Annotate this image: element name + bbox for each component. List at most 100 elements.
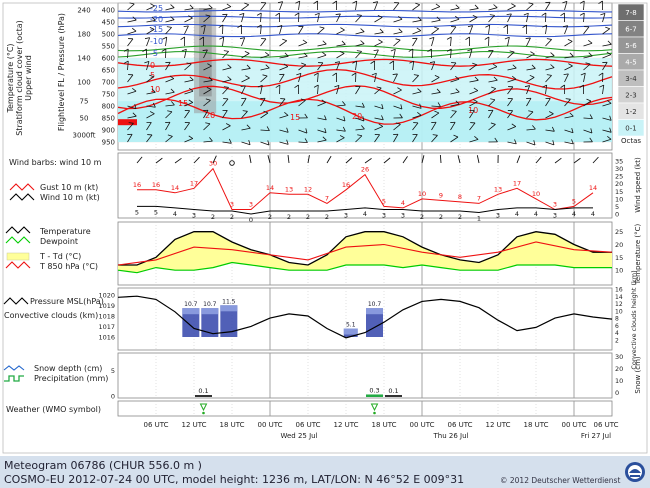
precipitation-label: 0.1 xyxy=(388,387,398,395)
snow-tick: 30 xyxy=(615,353,623,361)
snow-tick: 10 xyxy=(615,377,623,385)
meteogram-svg: 4004505005506006507007508008509009502401… xyxy=(2,0,648,454)
convective-cloud-label: 10.7 xyxy=(368,301,382,308)
hpa-tick-label: 600 xyxy=(102,55,115,63)
rain-shower-dot xyxy=(373,411,376,415)
octa-scale-label: 0-1 xyxy=(625,125,636,133)
octa-scale-label: 4-5 xyxy=(625,59,636,67)
octa-scale-label: 2-3 xyxy=(625,92,636,100)
wind-data-label: 2 xyxy=(420,213,424,221)
gust-data-label: 5 xyxy=(382,197,386,205)
day-label: Thu 26 Jul xyxy=(433,432,469,440)
precipitation-label: 0.3 xyxy=(369,386,379,394)
wind-data-label: 4 xyxy=(515,210,519,218)
copyright: © 2012 Deutscher Wetterdienst xyxy=(500,476,621,485)
precipitation-tick: 0 xyxy=(111,393,115,401)
wind-speed-tick: 0 xyxy=(615,211,619,219)
gust-data-label: 14 xyxy=(171,184,179,192)
meteogram: { "footer": { "title": "Meteogram 06786 … xyxy=(0,0,650,488)
wind-data-label: 4 xyxy=(363,210,367,218)
convective-height-tick: 6 xyxy=(615,323,619,330)
wind-data-label: 5 xyxy=(135,208,139,216)
hpa-tick-label: 500 xyxy=(102,31,115,39)
convective-cloud-bar-top xyxy=(182,308,200,315)
temperature-legend-label: Temperature xyxy=(39,227,91,236)
fl-tick-label: 100 xyxy=(77,79,90,87)
convective-cloud-label: 10.7 xyxy=(203,301,217,308)
gust-data-label: 3 xyxy=(553,200,557,208)
gust-data-label: 10 xyxy=(532,190,540,198)
hpa-tick-label: 950 xyxy=(102,139,115,147)
gust-data-label: 3 xyxy=(249,200,253,208)
left-label-cloud-cover: Stratiform cloud cover (octa) xyxy=(15,20,24,136)
temperature-legend-swatch xyxy=(5,226,31,234)
hour-tick-label: 06 UTC xyxy=(295,421,320,429)
convective-height-tick: 12 xyxy=(615,301,623,308)
convective-axis-title: Convective clouds height (km) xyxy=(630,270,638,369)
wind-legend-label: Wind 10 m (kt) xyxy=(40,193,100,202)
stratiform-cloud-band-low xyxy=(118,101,612,142)
wind-data-label: 4 xyxy=(534,210,538,218)
t850-legend-label: T 850 hPa (°C) xyxy=(39,262,98,271)
convective-cloud-bar-top xyxy=(201,308,219,315)
fl-tick-label: 240 xyxy=(77,7,90,15)
wind-data-label: 0 xyxy=(249,216,253,224)
gust-legend-label: Gust 10 m (kt) xyxy=(40,183,98,192)
isotherm-label: 15 xyxy=(178,99,188,108)
convective-height-tick: 16 xyxy=(615,287,623,294)
wind-data-label: 2 xyxy=(458,213,462,221)
wind-legend-swatch xyxy=(9,193,35,201)
hpa-tick-label: 700 xyxy=(102,79,115,87)
wind-data-label: 4 xyxy=(173,210,177,218)
hour-tick-label: 00 UTC xyxy=(561,421,586,429)
snow-tick: 20 xyxy=(615,365,623,373)
hour-tick-label: 06 UTC xyxy=(593,421,618,429)
wind-data-label: 5 xyxy=(154,208,158,216)
panel-frame-wx xyxy=(117,400,613,417)
isotherm-label: -10 xyxy=(150,37,163,46)
convective-cloud-bar-top xyxy=(343,328,358,335)
temperature-tick: 15 xyxy=(615,254,623,262)
low-level-warm-marker xyxy=(118,119,137,126)
gust-data-label: 13 xyxy=(494,185,502,193)
gust-data-label: 10 xyxy=(418,190,426,198)
temperature-tick: 10 xyxy=(615,267,623,275)
wind-data-label: 2 xyxy=(439,213,443,221)
hour-tick-label: 12 UTC xyxy=(485,421,510,429)
gust-data-label: 14 xyxy=(266,184,274,192)
left-label-fl-pressure: Flightlevel FL / Pressure (hPa) xyxy=(57,13,66,131)
left-label-upper-wind: Upper wind xyxy=(24,55,33,101)
gust-data-label: 17 xyxy=(190,179,198,187)
octa-scale-label: 5-6 xyxy=(625,42,637,50)
hpa-tick-label: 800 xyxy=(102,103,115,111)
wind-data-label: 2 xyxy=(325,213,329,221)
hpa-tick-label: 650 xyxy=(102,67,115,75)
fl-tick-label: 180 xyxy=(77,31,90,39)
isotherm-label: 15 xyxy=(290,113,300,122)
snow-legend-label: Snow depth (cm) xyxy=(34,364,102,373)
isotherm-label: -25 xyxy=(150,4,163,13)
convective-height-tick: 4 xyxy=(615,330,619,337)
pressure-tick: 1016 xyxy=(98,333,115,341)
hpa-tick-label: 850 xyxy=(102,115,115,123)
convective-cloud-label: 11.5 xyxy=(222,298,236,305)
convective-height-tick: 8 xyxy=(615,316,619,323)
gust-data-label: 5 xyxy=(572,197,576,205)
hour-tick-label: 18 UTC xyxy=(219,421,244,429)
pressure-tick: 1018 xyxy=(98,313,115,321)
gust-data-label: 17 xyxy=(513,179,521,187)
wind-data-label: 3 xyxy=(344,211,348,219)
isotherm-label: 0 xyxy=(150,61,155,70)
wind-barbs-legend: Wind barbs: wind 10 m xyxy=(9,158,102,167)
convective-cloud-label: 5.1 xyxy=(346,322,356,329)
gust-data-label: 13 xyxy=(285,185,293,193)
panel-frame-prec xyxy=(117,352,613,399)
temperature-tick: 20 xyxy=(615,241,623,249)
isotherm-label: -20 xyxy=(150,15,163,24)
day-label: Wed 25 Jul xyxy=(280,432,317,440)
hpa-tick-label: 550 xyxy=(102,43,115,51)
convective-height-tick: 14 xyxy=(615,294,623,301)
octa-scale-label: 3-4 xyxy=(625,75,637,83)
gust-data-label: 30 xyxy=(209,160,217,168)
wind-data-label: 3 xyxy=(382,211,386,219)
